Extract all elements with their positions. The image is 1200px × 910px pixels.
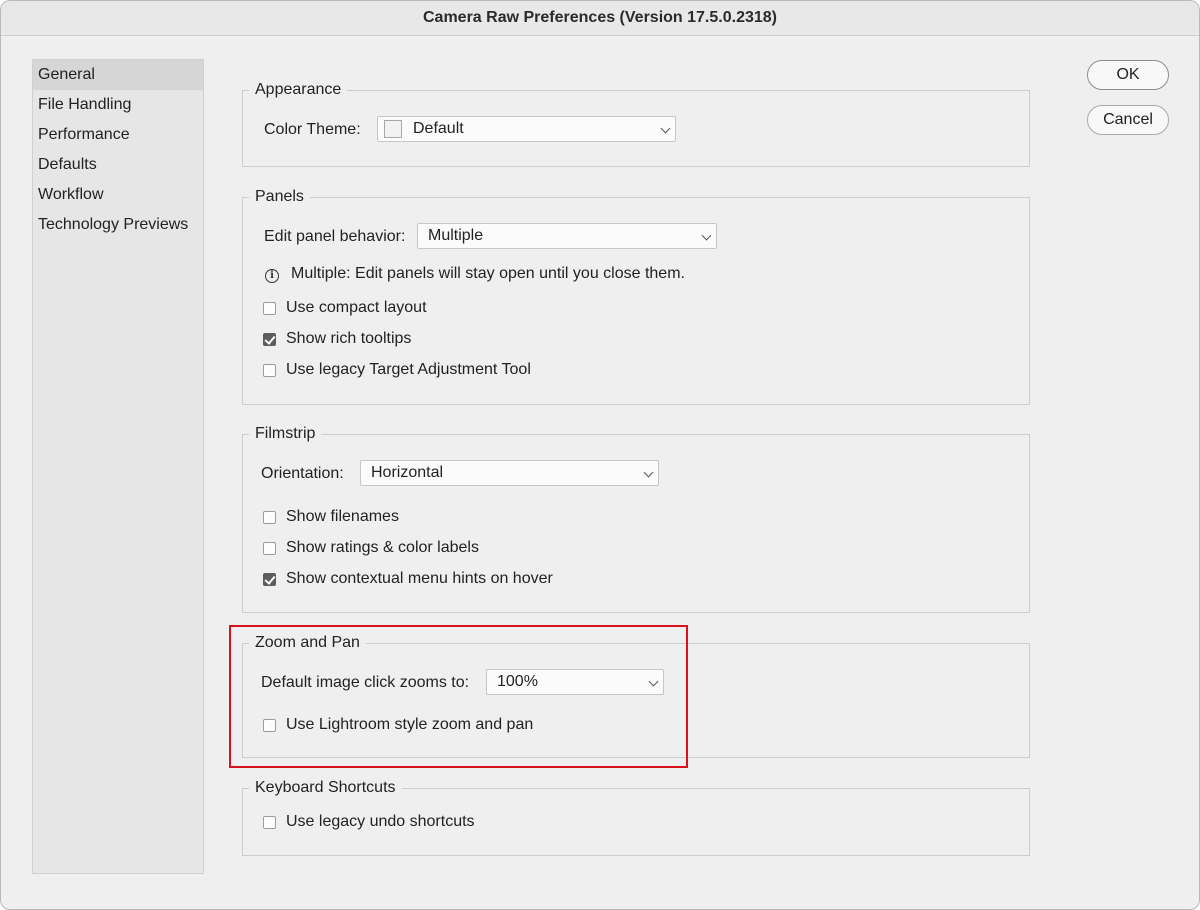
orientation-select[interactable]: Horizontal — [360, 460, 659, 486]
checkbox-label: Use compact layout — [286, 299, 427, 316]
chevron-down-icon — [660, 123, 671, 134]
orientation-label: Orientation: — [261, 465, 344, 482]
color-theme-value: Default — [413, 120, 464, 137]
color-swatch-icon — [384, 120, 402, 138]
checkbox-label: Show contextual menu hints on hover — [286, 570, 553, 587]
panels-group: Panels Edit panel behavior: Multiple i M… — [242, 188, 1030, 405]
filmstrip-title: Filmstrip — [249, 425, 322, 443]
checkbox-box — [263, 511, 276, 524]
chevron-down-icon — [701, 230, 712, 241]
keyboard-shortcuts-group: Keyboard Shortcuts Use legacy undo short… — [242, 779, 1030, 856]
keyboard-shortcuts-title: Keyboard Shortcuts — [249, 779, 402, 797]
checkbox-box — [263, 542, 276, 555]
checkbox-label: Show filenames — [286, 508, 399, 525]
checkbox-label: Use legacy undo shortcuts — [286, 813, 475, 830]
highlight-box — [229, 625, 688, 768]
preferences-sidebar: General File Handling Performance Defaul… — [32, 59, 204, 874]
color-theme-label: Color Theme: — [264, 121, 361, 138]
checkbox-box — [263, 364, 276, 377]
edit-panel-behavior-value: Multiple — [428, 227, 484, 244]
filmstrip-group: Filmstrip Orientation: Horizontal Show f… — [242, 425, 1030, 613]
info-icon: i — [265, 269, 279, 283]
appearance-group: Appearance Color Theme: Default — [242, 81, 1030, 167]
checkbox-box — [263, 302, 276, 315]
appearance-title: Appearance — [249, 81, 348, 99]
checkbox-label: Use legacy Target Adjustment Tool — [286, 361, 531, 378]
sidebar-item-file-handling[interactable]: File Handling — [33, 90, 203, 120]
sidebar-item-general[interactable]: General — [33, 60, 203, 90]
panel-behavior-info-text: Multiple: Edit panels will stay open unt… — [291, 265, 685, 282]
checkbox-label: Show ratings & color labels — [286, 539, 479, 556]
sidebar-item-technology-previews[interactable]: Technology Previews — [33, 210, 203, 240]
ok-button[interactable]: OK — [1087, 60, 1169, 90]
sidebar-item-performance[interactable]: Performance — [33, 120, 203, 150]
sidebar-item-workflow[interactable]: Workflow — [33, 180, 203, 210]
chevron-down-icon — [643, 467, 654, 478]
checkbox-box-checked — [263, 573, 276, 586]
checkbox-box-checked — [263, 333, 276, 346]
panels-title: Panels — [249, 188, 310, 206]
window-title: Camera Raw Preferences (Version 17.5.0.2… — [1, 1, 1199, 36]
orientation-value: Horizontal — [371, 464, 444, 481]
checkbox-label: Show rich tooltips — [286, 330, 412, 347]
preferences-window: Camera Raw Preferences (Version 17.5.0.2… — [0, 0, 1200, 910]
edit-panel-behavior-label: Edit panel behavior: — [264, 228, 406, 245]
color-theme-select[interactable]: Default — [377, 116, 676, 142]
cancel-button[interactable]: Cancel — [1087, 105, 1169, 135]
checkbox-box — [263, 816, 276, 829]
edit-panel-behavior-select[interactable]: Multiple — [417, 223, 717, 249]
sidebar-item-defaults[interactable]: Defaults — [33, 150, 203, 180]
